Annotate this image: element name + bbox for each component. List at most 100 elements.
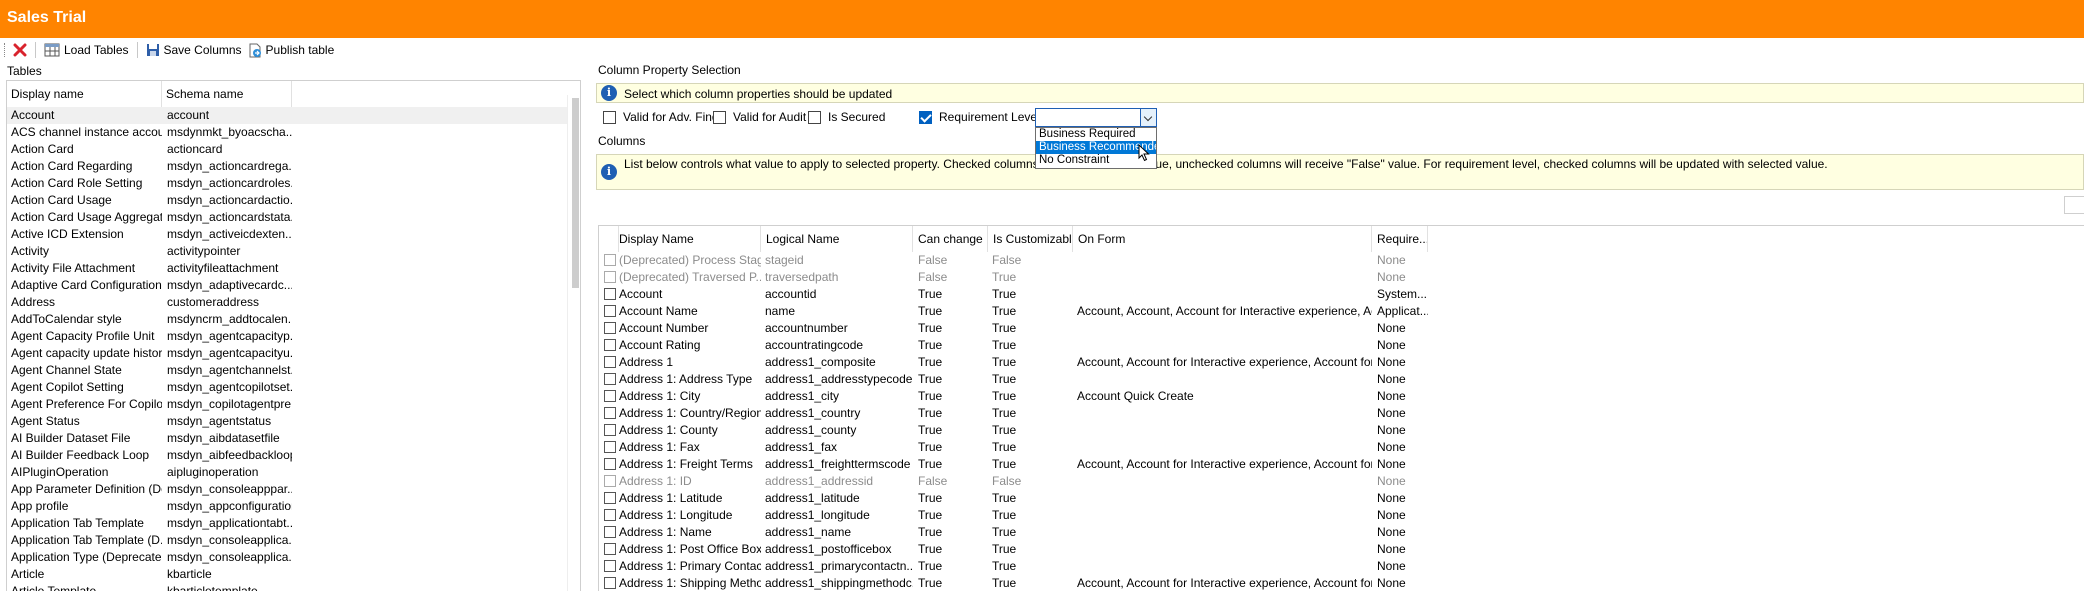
- checkbox-box[interactable]: [603, 110, 616, 124]
- table-row[interactable]: App Parameter Definition (De... msdyn_con…: [7, 481, 567, 498]
- column-header-logical-name[interactable]: Logical Name: [761, 226, 913, 252]
- table-row[interactable]: Activity activitypointer: [7, 243, 567, 260]
- row-checkbox[interactable]: [604, 390, 616, 402]
- requirement-level-checkbox[interactable]: Requirement Level: [919, 110, 1040, 124]
- row-checkbox[interactable]: [604, 254, 616, 266]
- table-row[interactable]: Article kbarticle: [7, 566, 567, 583]
- row-checkbox[interactable]: [604, 339, 616, 351]
- row-checkbox[interactable]: [604, 356, 616, 368]
- table-row[interactable]: Account accountid True True System...: [599, 286, 1428, 303]
- table-row[interactable]: Address 1: Shipping Method address1_shipp…: [599, 575, 1428, 591]
- table-row[interactable]: Application Type (Deprecated) msdyn_conso…: [7, 549, 567, 566]
- is-secured-checkbox[interactable]: Is Secured: [808, 110, 885, 124]
- table-row[interactable]: Address 1 address1_composite True True Accou…: [599, 354, 1428, 371]
- table-row[interactable]: Account Number accountnumber True True None: [599, 320, 1428, 337]
- table-row[interactable]: Account account: [7, 107, 567, 124]
- row-checkbox-cell[interactable]: [599, 507, 619, 524]
- table-row[interactable]: Agent Status msdyn_agentstatus: [7, 413, 567, 430]
- row-checkbox-cell[interactable]: [599, 490, 619, 507]
- table-row[interactable]: Address 1: Country/Region address1_countr…: [599, 405, 1428, 422]
- table-row[interactable]: Address 1: Longitude address1_longitude Tr…: [599, 507, 1428, 524]
- table-row[interactable]: Address customeraddress: [7, 294, 567, 311]
- dropdown-option-business-required[interactable]: Business Required: [1036, 128, 1156, 141]
- row-checkbox[interactable]: [604, 424, 616, 436]
- table-row[interactable]: Address 1: Freight Terms address1_freight…: [599, 456, 1428, 473]
- publish-table-button[interactable]: Publish table: [245, 42, 338, 59]
- column-header-is-customizable[interactable]: Is Customizable: [988, 226, 1073, 252]
- table-row[interactable]: Address 1: Fax address1_fax True True None: [599, 439, 1428, 456]
- row-checkbox[interactable]: [604, 458, 616, 470]
- requirement-level-combobox[interactable]: [1035, 108, 1157, 127]
- row-checkbox-cell[interactable]: [599, 456, 619, 473]
- checkbox-box[interactable]: [808, 110, 821, 124]
- row-checkbox[interactable]: [604, 509, 616, 521]
- row-checkbox-cell[interactable]: [599, 252, 619, 269]
- table-row[interactable]: Action Card Usage msdyn_actioncardactio..…: [7, 192, 567, 209]
- row-checkbox-cell[interactable]: [599, 524, 619, 541]
- chevron-down-icon[interactable]: [1140, 109, 1156, 126]
- valid-for-audit-checkbox[interactable]: Valid for Audit: [713, 110, 806, 124]
- table-row[interactable]: Agent Capacity Profile Unit msdyn_agentca…: [7, 328, 567, 345]
- table-row[interactable]: Address 1: Name address1_name True True None: [599, 524, 1428, 541]
- row-checkbox-cell[interactable]: [599, 371, 619, 388]
- row-checkbox[interactable]: [604, 271, 616, 283]
- table-row[interactable]: Agent Copilot Setting msdyn_agentcopilots…: [7, 379, 567, 396]
- row-checkbox-cell[interactable]: [599, 541, 619, 558]
- row-checkbox-cell[interactable]: [599, 405, 619, 422]
- checkbox-box-checked[interactable]: [919, 110, 932, 124]
- table-row[interactable]: Action Card Regarding msdyn_actioncardreg…: [7, 158, 567, 175]
- row-checkbox[interactable]: [604, 475, 616, 487]
- table-row[interactable]: AIPluginOperation aipluginoperation: [7, 464, 567, 481]
- table-row[interactable]: Agent Channel State msdyn_agentchannelst.…: [7, 362, 567, 379]
- column-header-schema-name[interactable]: Schema name: [162, 81, 292, 107]
- row-checkbox-cell[interactable]: [599, 388, 619, 405]
- column-header-on-form[interactable]: On Form: [1073, 226, 1372, 252]
- close-tool-button[interactable]: [10, 42, 30, 58]
- columns-grid[interactable]: Display Name Logical Name Can change Is …: [598, 225, 2084, 591]
- select-column-header[interactable]: [599, 226, 619, 252]
- table-row[interactable]: AI Builder Feedback Loop msdyn_aibfeedbac…: [7, 447, 567, 464]
- table-row[interactable]: App profile msdyn_appconfiguration: [7, 498, 567, 515]
- column-header-requirement[interactable]: Require...: [1372, 226, 1428, 252]
- row-checkbox[interactable]: [604, 543, 616, 555]
- table-row[interactable]: Address 1: Post Office Box address1_posto…: [599, 541, 1428, 558]
- checkbox-box[interactable]: [713, 110, 726, 124]
- row-checkbox[interactable]: [604, 322, 616, 334]
- table-row[interactable]: Active ICD Extension msdyn_activeicdexten…: [7, 226, 567, 243]
- table-row[interactable]: Address 1: Address Type address1_addresst…: [599, 371, 1428, 388]
- table-row[interactable]: (Deprecated) Process Stage stageid False Fa…: [599, 252, 1428, 269]
- tables-grid[interactable]: Display name Schema name Account account A…: [6, 80, 581, 591]
- table-row[interactable]: Action Card actioncard: [7, 141, 567, 158]
- table-row[interactable]: Address 1: Latitude address1_latitude True…: [599, 490, 1428, 507]
- table-row[interactable]: Activity File Attachment activityfileatta…: [7, 260, 567, 277]
- table-row[interactable]: Application Tab Template (D... msdyn_cons…: [7, 532, 567, 549]
- row-checkbox-cell[interactable]: [599, 320, 619, 337]
- row-checkbox-cell[interactable]: [599, 422, 619, 439]
- table-row[interactable]: AddToCalendar style msdyncrm_addtocalen..…: [7, 311, 567, 328]
- row-checkbox[interactable]: [604, 560, 616, 572]
- table-row[interactable]: Agent Preference For Copilot msdyn_copilo…: [7, 396, 567, 413]
- valid-for-adv-find-checkbox[interactable]: Valid for Adv. Find: [603, 110, 719, 124]
- row-checkbox-cell[interactable]: [599, 303, 619, 320]
- scrollbar-thumb[interactable]: [572, 98, 579, 288]
- table-row[interactable]: Address 1: ID address1_addressid False Fals…: [599, 473, 1428, 490]
- tables-vertical-scrollbar[interactable]: [567, 95, 580, 591]
- table-row[interactable]: ACS channel instance account msdynmkt_byo…: [7, 124, 567, 141]
- table-row[interactable]: Address 1: County address1_county True True…: [599, 422, 1428, 439]
- table-row[interactable]: (Deprecated) Traversed P... traversedpath…: [599, 269, 1428, 286]
- column-header-display-name[interactable]: Display name: [7, 81, 162, 107]
- row-checkbox-cell[interactable]: [599, 575, 619, 591]
- table-row[interactable]: Adaptive Card Configuration msdyn_adaptiv…: [7, 277, 567, 294]
- row-checkbox[interactable]: [604, 373, 616, 385]
- table-row[interactable]: Article Template kbarticletemplate: [7, 583, 567, 591]
- save-columns-button[interactable]: Save Columns: [143, 42, 245, 58]
- table-row[interactable]: AI Builder Dataset File msdyn_aibdatasetf…: [7, 430, 567, 447]
- column-header-display-name[interactable]: Display Name: [619, 226, 761, 252]
- load-tables-button[interactable]: Load Tables: [41, 42, 132, 58]
- table-row[interactable]: Address 1: City address1_city True True Acco…: [599, 388, 1428, 405]
- row-checkbox-cell[interactable]: [599, 354, 619, 371]
- row-checkbox[interactable]: [604, 577, 616, 589]
- filter-input[interactable]: [2064, 196, 2084, 214]
- row-checkbox-cell[interactable]: [599, 473, 619, 490]
- row-checkbox-cell[interactable]: [599, 337, 619, 354]
